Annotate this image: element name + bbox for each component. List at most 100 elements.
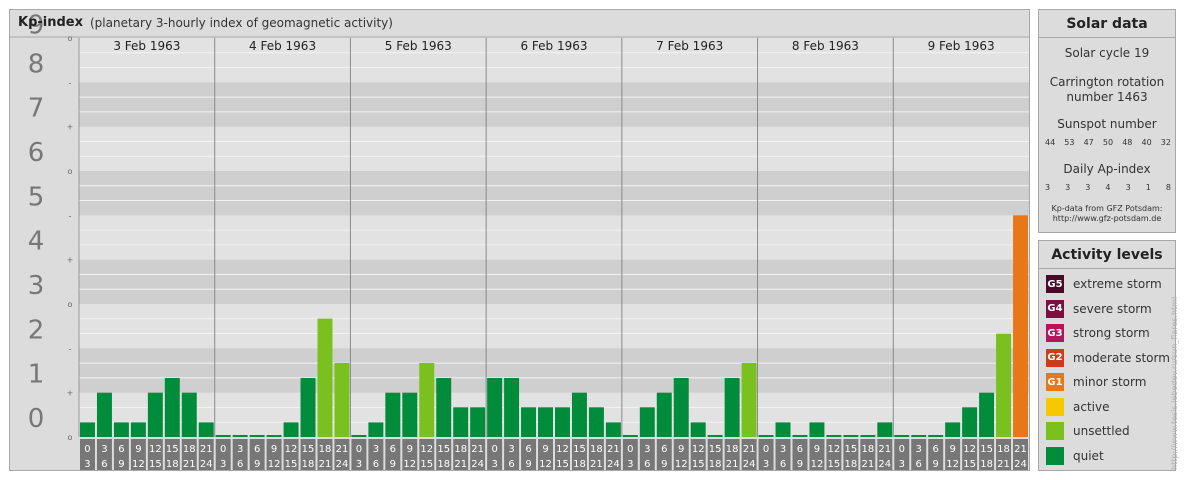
x-tick-start: 12 (692, 444, 705, 455)
activity-level-item: G4 severe storm (1046, 299, 1152, 319)
sunspot-value: 32 (1160, 138, 1171, 147)
ap-value: 3 (1125, 183, 1131, 192)
kp-band (79, 348, 1029, 393)
x-tick-start: 21 (471, 444, 484, 455)
x-tick-end: 24 (336, 459, 349, 470)
solar-cycle: Solar cycle 19 (1064, 46, 1150, 60)
x-tick-start: 15 (709, 444, 722, 455)
x-tick-start: 6 (933, 444, 939, 455)
x-tick-end: 6 (373, 459, 379, 470)
kp-band (79, 126, 1029, 171)
x-tick-end: 18 (166, 459, 179, 470)
x-tick-start: 12 (556, 444, 569, 455)
carrington-line2: number 1463 (1066, 90, 1148, 104)
y-major-tick-label: 2 (28, 315, 45, 345)
activity-level-label: severe storm (1073, 301, 1152, 316)
x-tick-end: 3 (491, 459, 497, 470)
x-tick-start: 3 (101, 444, 107, 455)
kp-bar (843, 435, 859, 437)
x-tick-end: 18 (709, 459, 722, 470)
x-tick-start: 15 (302, 444, 315, 455)
y-minor-tick-label: + (67, 123, 74, 132)
day-label: 3 Feb 1963 (113, 39, 180, 53)
activity-level-label: moderate storm (1073, 350, 1170, 365)
x-tick-end: 24 (878, 459, 891, 470)
kp-bar (419, 362, 435, 437)
x-tick-end: 21 (590, 459, 603, 470)
data-source-link[interactable]: http://www.gfz-potsdam.de (1039, 214, 1175, 224)
activity-level-label: strong storm (1073, 326, 1150, 340)
ap-row: 3 3 3 4 3 1 8 (1045, 183, 1171, 192)
y-major-tick-label: 1 (28, 360, 45, 390)
activity-level-swatch: G1 (1046, 373, 1064, 391)
kp-band (79, 304, 1029, 349)
kp-bar (741, 362, 757, 437)
sunspot-value: 40 (1141, 138, 1152, 147)
activity-level-item: unsettled (1046, 421, 1130, 441)
x-tick-start: 15 (980, 444, 993, 455)
y-major-tick-label: 3 (28, 271, 45, 301)
x-tick-start: 18 (183, 444, 196, 455)
x-tick-end: 15 (692, 459, 705, 470)
data-source-line1: Kp-data from GFZ Potsdam: (1051, 204, 1163, 213)
kp-band (79, 82, 1029, 127)
x-tick-start: 9 (542, 444, 548, 455)
x-tick-start: 9 (271, 444, 277, 455)
x-tick-end: 12 (268, 459, 281, 470)
kp-bar (351, 435, 367, 437)
ap-value: 8 (1165, 183, 1171, 192)
x-tick-end: 18 (573, 459, 586, 470)
ap-value: 3 (1045, 183, 1051, 192)
carrington-line1: Carrington rotation (1049, 75, 1165, 89)
kp-bar (317, 318, 333, 437)
kp-bar (928, 435, 944, 437)
x-tick-end: 9 (254, 459, 260, 470)
x-tick-start: 6 (661, 444, 667, 455)
x-tick-end: 3 (356, 459, 362, 470)
x-tick-start: 18 (861, 444, 874, 455)
x-tick-start: 0 (763, 444, 769, 455)
kp-bar (860, 435, 876, 437)
activity-level-item: G3 strong storm (1046, 323, 1150, 343)
activity-level-swatch (1046, 446, 1064, 465)
kp-band (79, 259, 1029, 304)
kp-bar (979, 392, 995, 437)
sunspot-value: 53 (1064, 138, 1075, 147)
kp-bar (826, 435, 842, 437)
kp-bar (368, 422, 384, 437)
x-tick-end: 24 (1014, 459, 1027, 470)
x-tick-end: 18 (437, 459, 450, 470)
x-tick-end: 24 (743, 459, 756, 470)
day-label: 8 Feb 1963 (792, 39, 859, 53)
x-tick-end: 18 (980, 459, 993, 470)
day-label: 9 Feb 1963 (928, 39, 995, 53)
x-tick-end: 24 (200, 459, 213, 470)
kp-bar (470, 407, 486, 437)
kp-bar (758, 435, 774, 437)
kp-bar (164, 378, 180, 437)
x-tick-end: 21 (861, 459, 874, 470)
x-tick-start: 9 (949, 444, 955, 455)
x-tick-end: 15 (420, 459, 433, 470)
kp-bar (656, 392, 672, 437)
activity-level-label: extreme storm (1073, 277, 1162, 291)
x-tick-end: 18 (845, 459, 858, 470)
activity-level-swatch: G4 (1046, 299, 1064, 318)
kp-bar (232, 435, 248, 437)
activity-level-item: quiet (1046, 446, 1104, 466)
activity-level-item: active (1046, 397, 1109, 417)
kp-bar (538, 407, 553, 437)
activity-level-swatch (1046, 397, 1064, 416)
x-tick-start: 6 (390, 444, 396, 455)
kp-bar (555, 407, 570, 437)
x-tick-end: 6 (644, 459, 650, 470)
x-tick-end: 9 (797, 459, 803, 470)
kp-bar (113, 422, 129, 437)
sunspot-value: 50 (1102, 138, 1114, 147)
x-tick-end: 6 (101, 459, 107, 470)
x-tick-start: 0 (356, 444, 362, 455)
x-tick-start: 21 (1014, 444, 1027, 455)
x-tick-start: 18 (997, 444, 1010, 455)
day-label: 6 Feb 1963 (520, 39, 587, 53)
chart-title: Kp-index (18, 15, 83, 30)
